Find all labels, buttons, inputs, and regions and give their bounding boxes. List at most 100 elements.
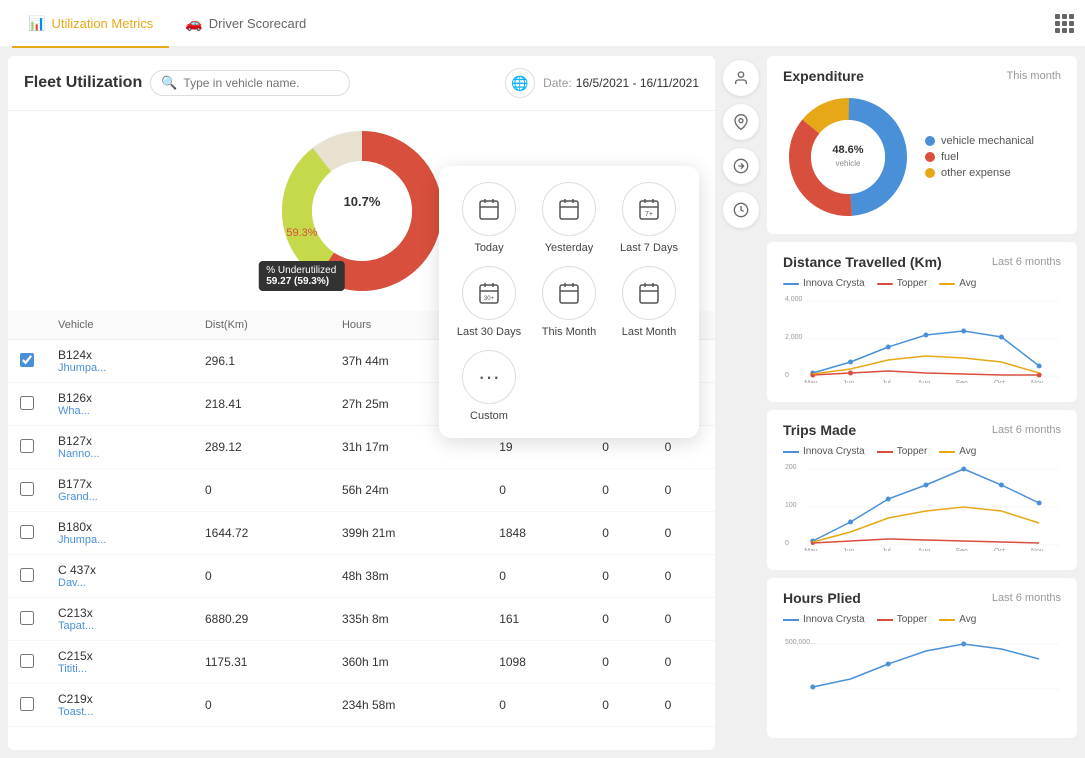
svg-text:Jul: Jul — [882, 548, 891, 551]
distance-legend-innova: Innova Crysta — [783, 278, 865, 289]
date-option-today[interactable]: Today — [455, 182, 523, 254]
profile-icon-button[interactable] — [723, 60, 759, 96]
today-label: Today — [474, 242, 503, 254]
last30-label: Last 30 Days — [457, 326, 521, 338]
distance-header: Distance Travelled (Km) Last 6 months — [783, 254, 1061, 270]
legend-other: other expense — [925, 167, 1034, 179]
hours-legend-innova: Innova Crysta — [783, 614, 865, 625]
last7-icon: 7+ — [622, 182, 676, 236]
row-hours: 48h 38m — [330, 555, 487, 598]
row-vehicle: C 437x Dav... — [46, 555, 193, 598]
expenditure-donut-svg: 48.6% vehicle — [783, 92, 913, 222]
svg-text:Oct: Oct — [994, 548, 1005, 551]
trips-title: Trips Made — [783, 422, 856, 438]
custom-label: Custom — [470, 410, 508, 422]
topper-label: Topper — [897, 278, 928, 289]
clock-icon-button[interactable] — [723, 192, 759, 228]
svg-text:Jun: Jun — [843, 548, 854, 551]
filter-icon-button[interactable]: 🌐 — [505, 68, 535, 98]
trips-widget: Trips Made Last 6 months Innova Crysta T… — [767, 410, 1077, 570]
row-checkbox[interactable] — [20, 568, 34, 582]
nav-tabs: 📊 Utilization Metrics 🚗 Driver Scorecard — [12, 0, 322, 46]
row-c2: 0 — [653, 512, 715, 555]
legend-vehicle-label: vehicle mechanical — [941, 135, 1034, 147]
last30-icon: 30+ — [462, 266, 516, 320]
row-checkbox[interactable] — [20, 439, 34, 453]
svg-text:59.3%: 59.3% — [286, 227, 317, 239]
row-trips: 0 — [487, 684, 590, 727]
row-dist: 218.41 — [193, 383, 330, 426]
filter-icon: 🌐 — [511, 75, 528, 92]
trips-innova-line — [783, 451, 799, 453]
trips-legend-avg: Avg — [939, 446, 976, 457]
trips-topper-label: Topper — [897, 446, 928, 457]
distance-widget: Distance Travelled (Km) Last 6 months In… — [767, 242, 1077, 402]
row-trips: 0 — [487, 469, 590, 512]
innova-legend-line — [783, 283, 799, 285]
date-option-last7[interactable]: 7+ Last 7 Days — [615, 182, 683, 254]
row-checkbox[interactable] — [20, 396, 34, 410]
row-dist: 1175.31 — [193, 641, 330, 684]
location-icon-button[interactable] — [723, 104, 759, 140]
utilization-icon: 📊 — [28, 15, 45, 32]
route-icon-button[interactable] — [723, 148, 759, 184]
row-checkbox-cell — [8, 512, 46, 555]
row-hours: 56h 24m — [330, 469, 487, 512]
date-range-value: 16/5/2021 - 16/11/2021 — [576, 76, 699, 90]
row-dist: 0 — [193, 469, 330, 512]
expenditure-header: Expenditure This month — [783, 68, 1061, 84]
distance-title: Distance Travelled (Km) — [783, 254, 942, 270]
row-c2: 0 — [653, 641, 715, 684]
row-c2: 0 — [653, 469, 715, 512]
row-hours: 234h 58m — [330, 684, 487, 727]
row-vehicle: B180x Jhumpa... — [46, 512, 193, 555]
lastmonth-icon — [622, 266, 676, 320]
row-trips: 161 — [487, 598, 590, 641]
row-checkbox[interactable] — [20, 353, 34, 367]
table-row: B180x Jhumpa... 1644.72 399h 21m 1848 0 … — [8, 512, 715, 555]
last7-label: Last 7 Days — [620, 242, 678, 254]
svg-text:Sep: Sep — [956, 380, 968, 383]
date-option-thismonth[interactable]: This Month — [535, 266, 603, 338]
row-vehicle: B124x Jhumpa... — [46, 340, 193, 383]
svg-text:7+: 7+ — [645, 211, 653, 218]
date-option-custom[interactable]: ··· Custom — [455, 350, 523, 422]
hours-chart-svg: 500,000... — [783, 629, 1061, 699]
row-dist: 0 — [193, 555, 330, 598]
row-checkbox[interactable] — [20, 525, 34, 539]
innova-label: Innova Crysta — [803, 278, 865, 289]
date-option-lastmonth[interactable]: Last Month — [615, 266, 683, 338]
row-dist: 1644.72 — [193, 512, 330, 555]
hours-topper-label: Topper — [897, 614, 928, 625]
table-row: C215x Tititi... 1175.31 360h 1m 1098 0 0 — [8, 641, 715, 684]
lastmonth-label: Last Month — [622, 326, 676, 338]
thismonth-icon — [542, 266, 596, 320]
donut-tooltip: % Underutilized 59.27 (59.3%) — [258, 261, 344, 291]
date-option-last30[interactable]: 30+ Last 30 Days — [455, 266, 523, 338]
search-box[interactable]: 🔍 — [150, 70, 350, 96]
date-dropdown: Today Yesterday — [439, 166, 699, 438]
vehicle-search-input[interactable] — [183, 76, 339, 90]
apps-grid-button[interactable] — [1055, 14, 1073, 33]
svg-text:vehicle: vehicle — [836, 159, 861, 168]
tab-driver-label: Driver Scorecard — [209, 16, 307, 31]
row-checkbox[interactable] — [20, 482, 34, 496]
date-option-yesterday[interactable]: Yesterday — [535, 182, 603, 254]
row-checkbox[interactable] — [20, 611, 34, 625]
hours-topper-line — [877, 619, 893, 621]
today-icon — [462, 182, 516, 236]
tab-utilization-metrics[interactable]: 📊 Utilization Metrics — [12, 0, 169, 48]
trips-avg-label: Avg — [959, 446, 976, 457]
app-container: 📊 Utilization Metrics 🚗 Driver Scorecard… — [0, 0, 1085, 758]
row-vehicle: B127x Nanno... — [46, 426, 193, 469]
table-row: C213x Tapat... 6880.29 335h 8m 161 0 0 — [8, 598, 715, 641]
svg-text:30+: 30+ — [484, 296, 495, 302]
tab-driver-scorecard[interactable]: 🚗 Driver Scorecard — [169, 0, 322, 48]
row-checkbox[interactable] — [20, 697, 34, 711]
custom-icon: ··· — [462, 350, 516, 404]
svg-text:0: 0 — [785, 540, 789, 547]
row-checkbox-cell — [8, 469, 46, 512]
row-checkbox[interactable] — [20, 654, 34, 668]
row-dist: 296.1 — [193, 340, 330, 383]
row-checkbox-cell — [8, 598, 46, 641]
